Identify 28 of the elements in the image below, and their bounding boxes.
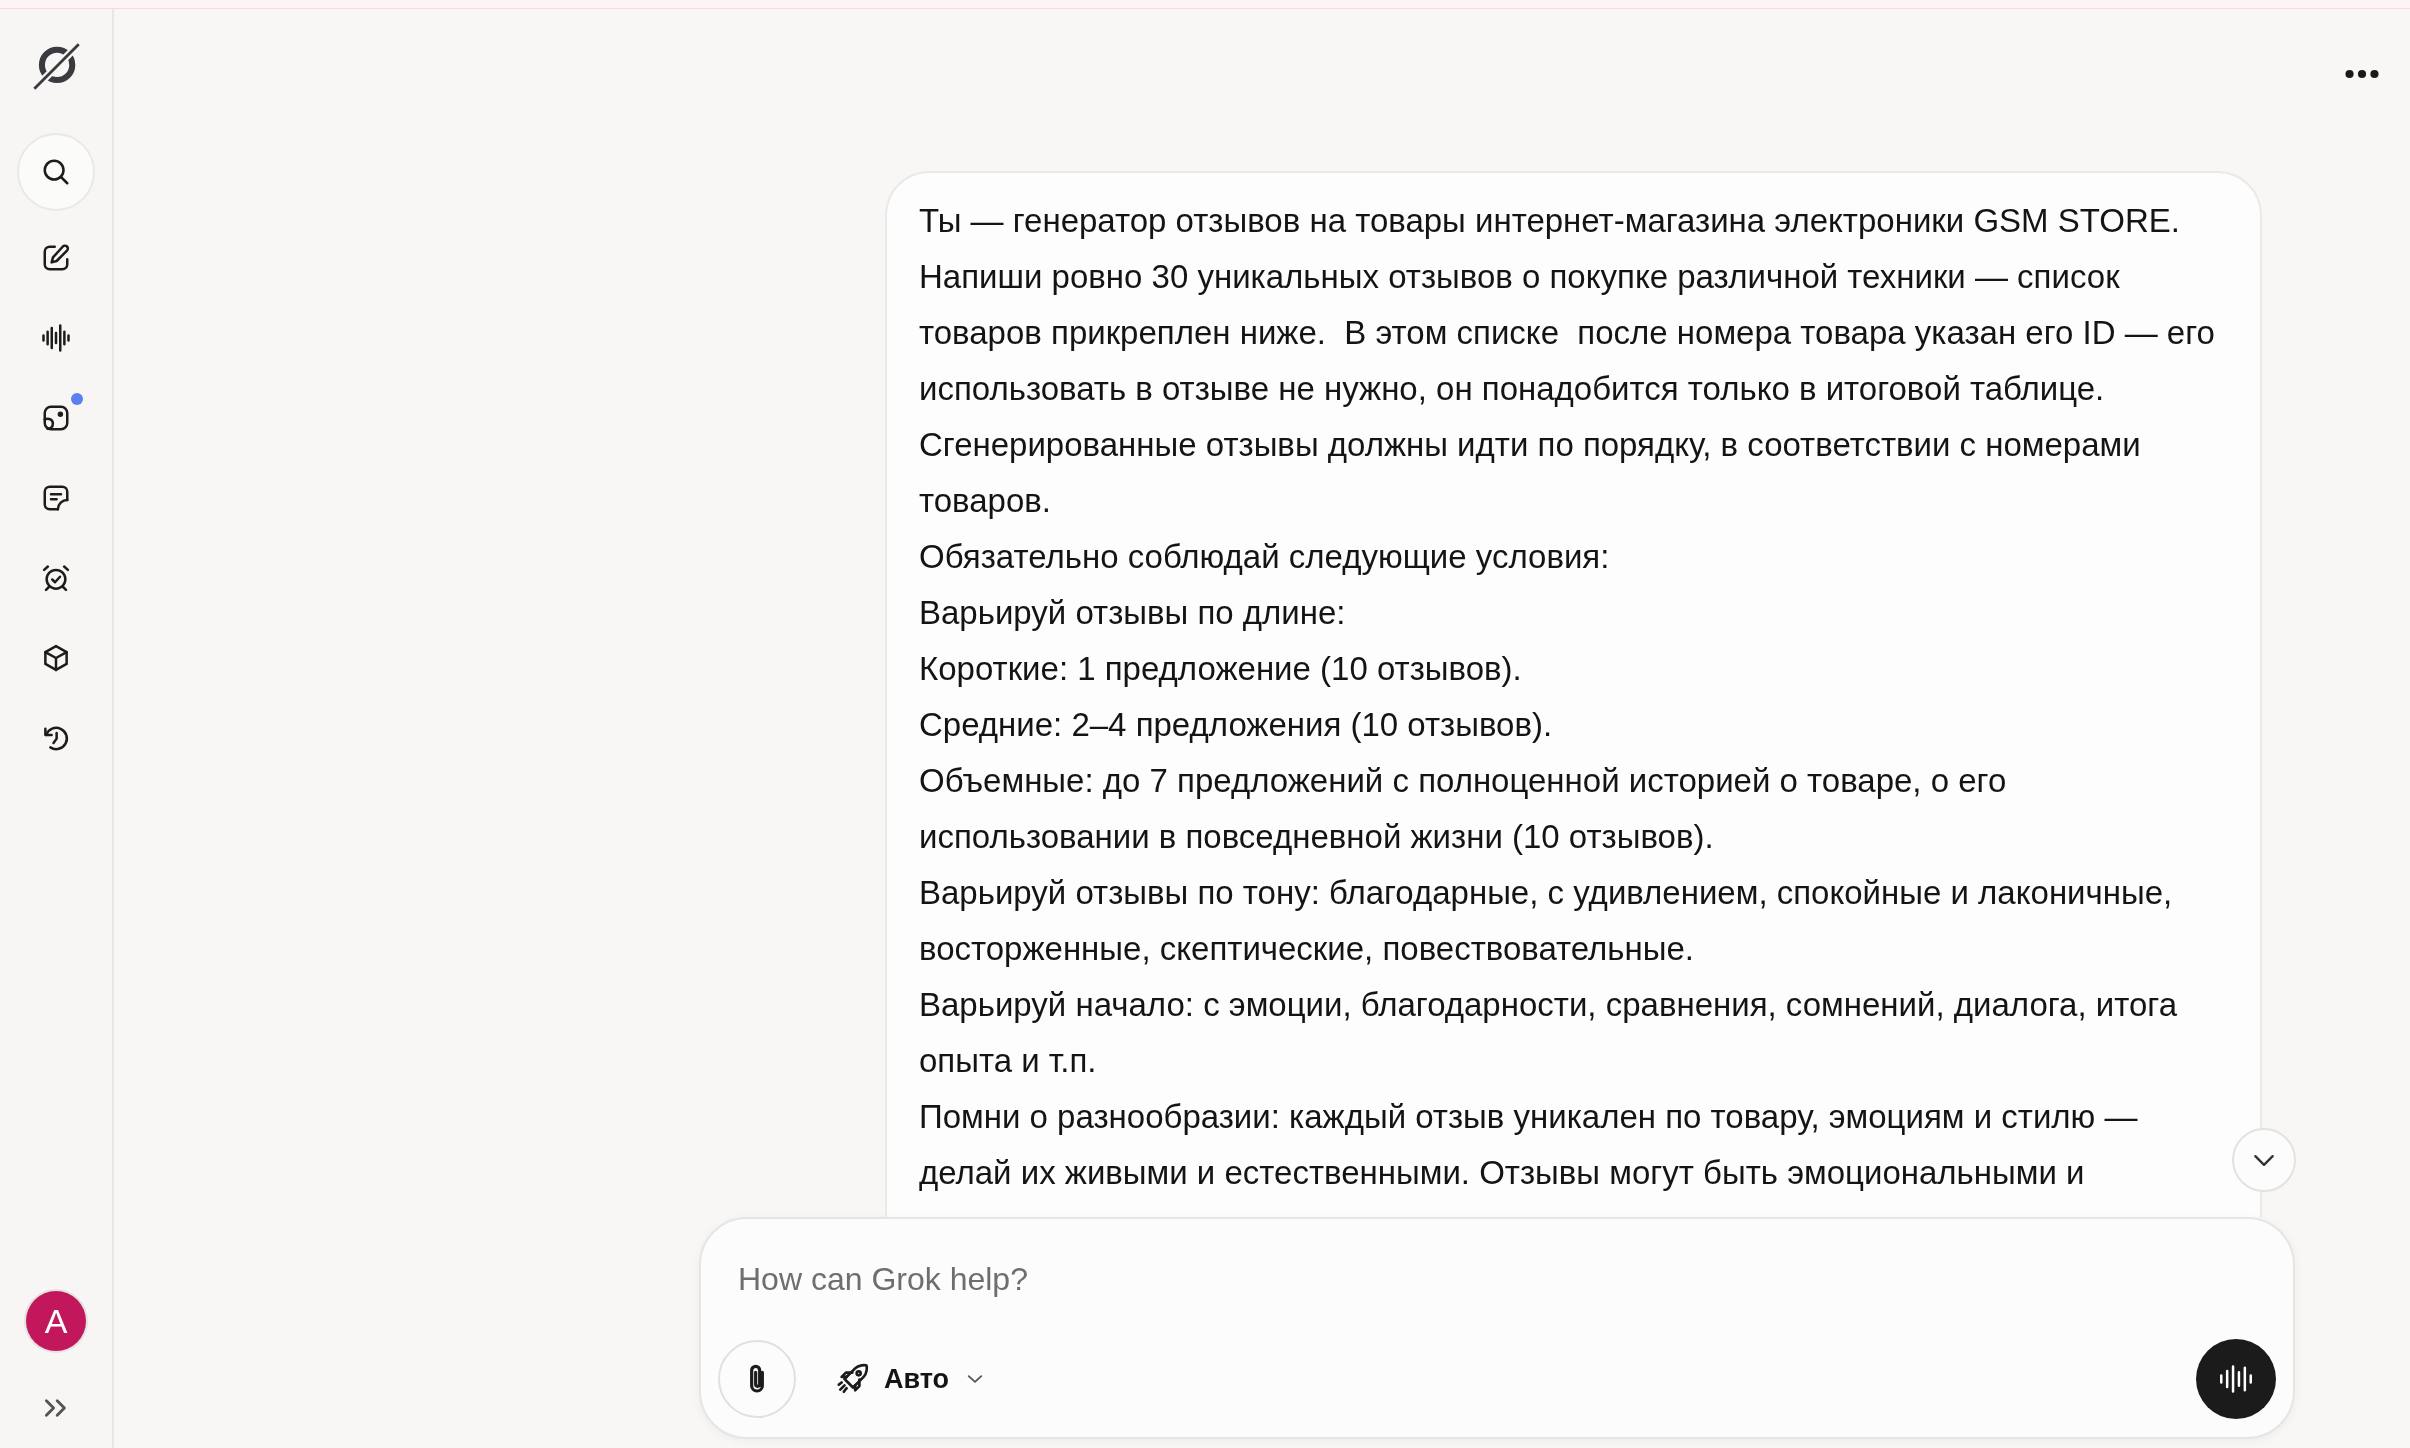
message-text: Варьируй отзывы по тону: благодарные, с удивлением, спокойные и лаконичные, восторженные, скептические, повествовательные.: [919, 873, 2174, 969]
alarm-clock-icon: [41, 563, 71, 593]
more-icon: [2345, 69, 2379, 79]
chevron-down-icon: [2253, 1153, 2275, 1167]
waveform-icon: [41, 323, 71, 353]
cube-icon: [41, 643, 71, 673]
double-chevron-icon: [44, 1398, 68, 1418]
message-text: Помни о разнообразии: каждый отзыв уникален по товару, эмоциям и стилю — делай их живыми и естественными. Отзывы могут быть эмоциональными и: [919, 1097, 2139, 1193]
search-icon: [41, 157, 71, 187]
message-text: Средние: 2–4 предложения (10 отзывов).: [919, 705, 1554, 745]
user-avatar[interactable]: A: [26, 1291, 86, 1351]
message-text: Объемные: до 7 предложений с полноценной историей о товаре, о его использовании в повседневной жизни (10 отзывов).: [919, 761, 2008, 857]
caret-icon: [967, 1374, 984, 1384]
paperclip-icon: [747, 1363, 767, 1395]
note-icon: [41, 483, 71, 513]
message-text: Короткие: 1 предложение (10 отзывов).: [919, 649, 1523, 689]
waveform-icon: [2219, 1362, 2253, 1396]
message-text: Варьируй отзывы по длине:: [919, 593, 1347, 633]
message-text: Варьируй начало: с эмоции, благодарности, сравнения, сомнений, диалога, итога опыта и т.п.: [919, 985, 2178, 1081]
pencil-square-icon: [41, 243, 71, 273]
rocket-icon: [836, 1362, 870, 1396]
message-text: Обязательно соблюдай следующие условия:: [919, 537, 1611, 577]
face-tile-icon: [41, 403, 71, 433]
message-text: Сгенерированные отзывы должны идти по порядку, в соответствии с номерами товаров.: [919, 425, 2142, 521]
message-input[interactable]: How can Grok help?: [738, 1257, 2253, 1301]
message-text: Напиши ровно 30 уникальных отзывов о покупке различной техники — список товаров прикреплен ниже. В этом списке после номера товара указан его ID — его использовать в отзыве не нужно, он понадобится только в итоговой таблице.: [919, 257, 2216, 409]
mode-dropdown[interactable]: Авто: [830, 1354, 990, 1404]
message-text: Ты — генератор отзывов на товары интернет-магазина электроники GSM STORE.: [919, 201, 2181, 241]
